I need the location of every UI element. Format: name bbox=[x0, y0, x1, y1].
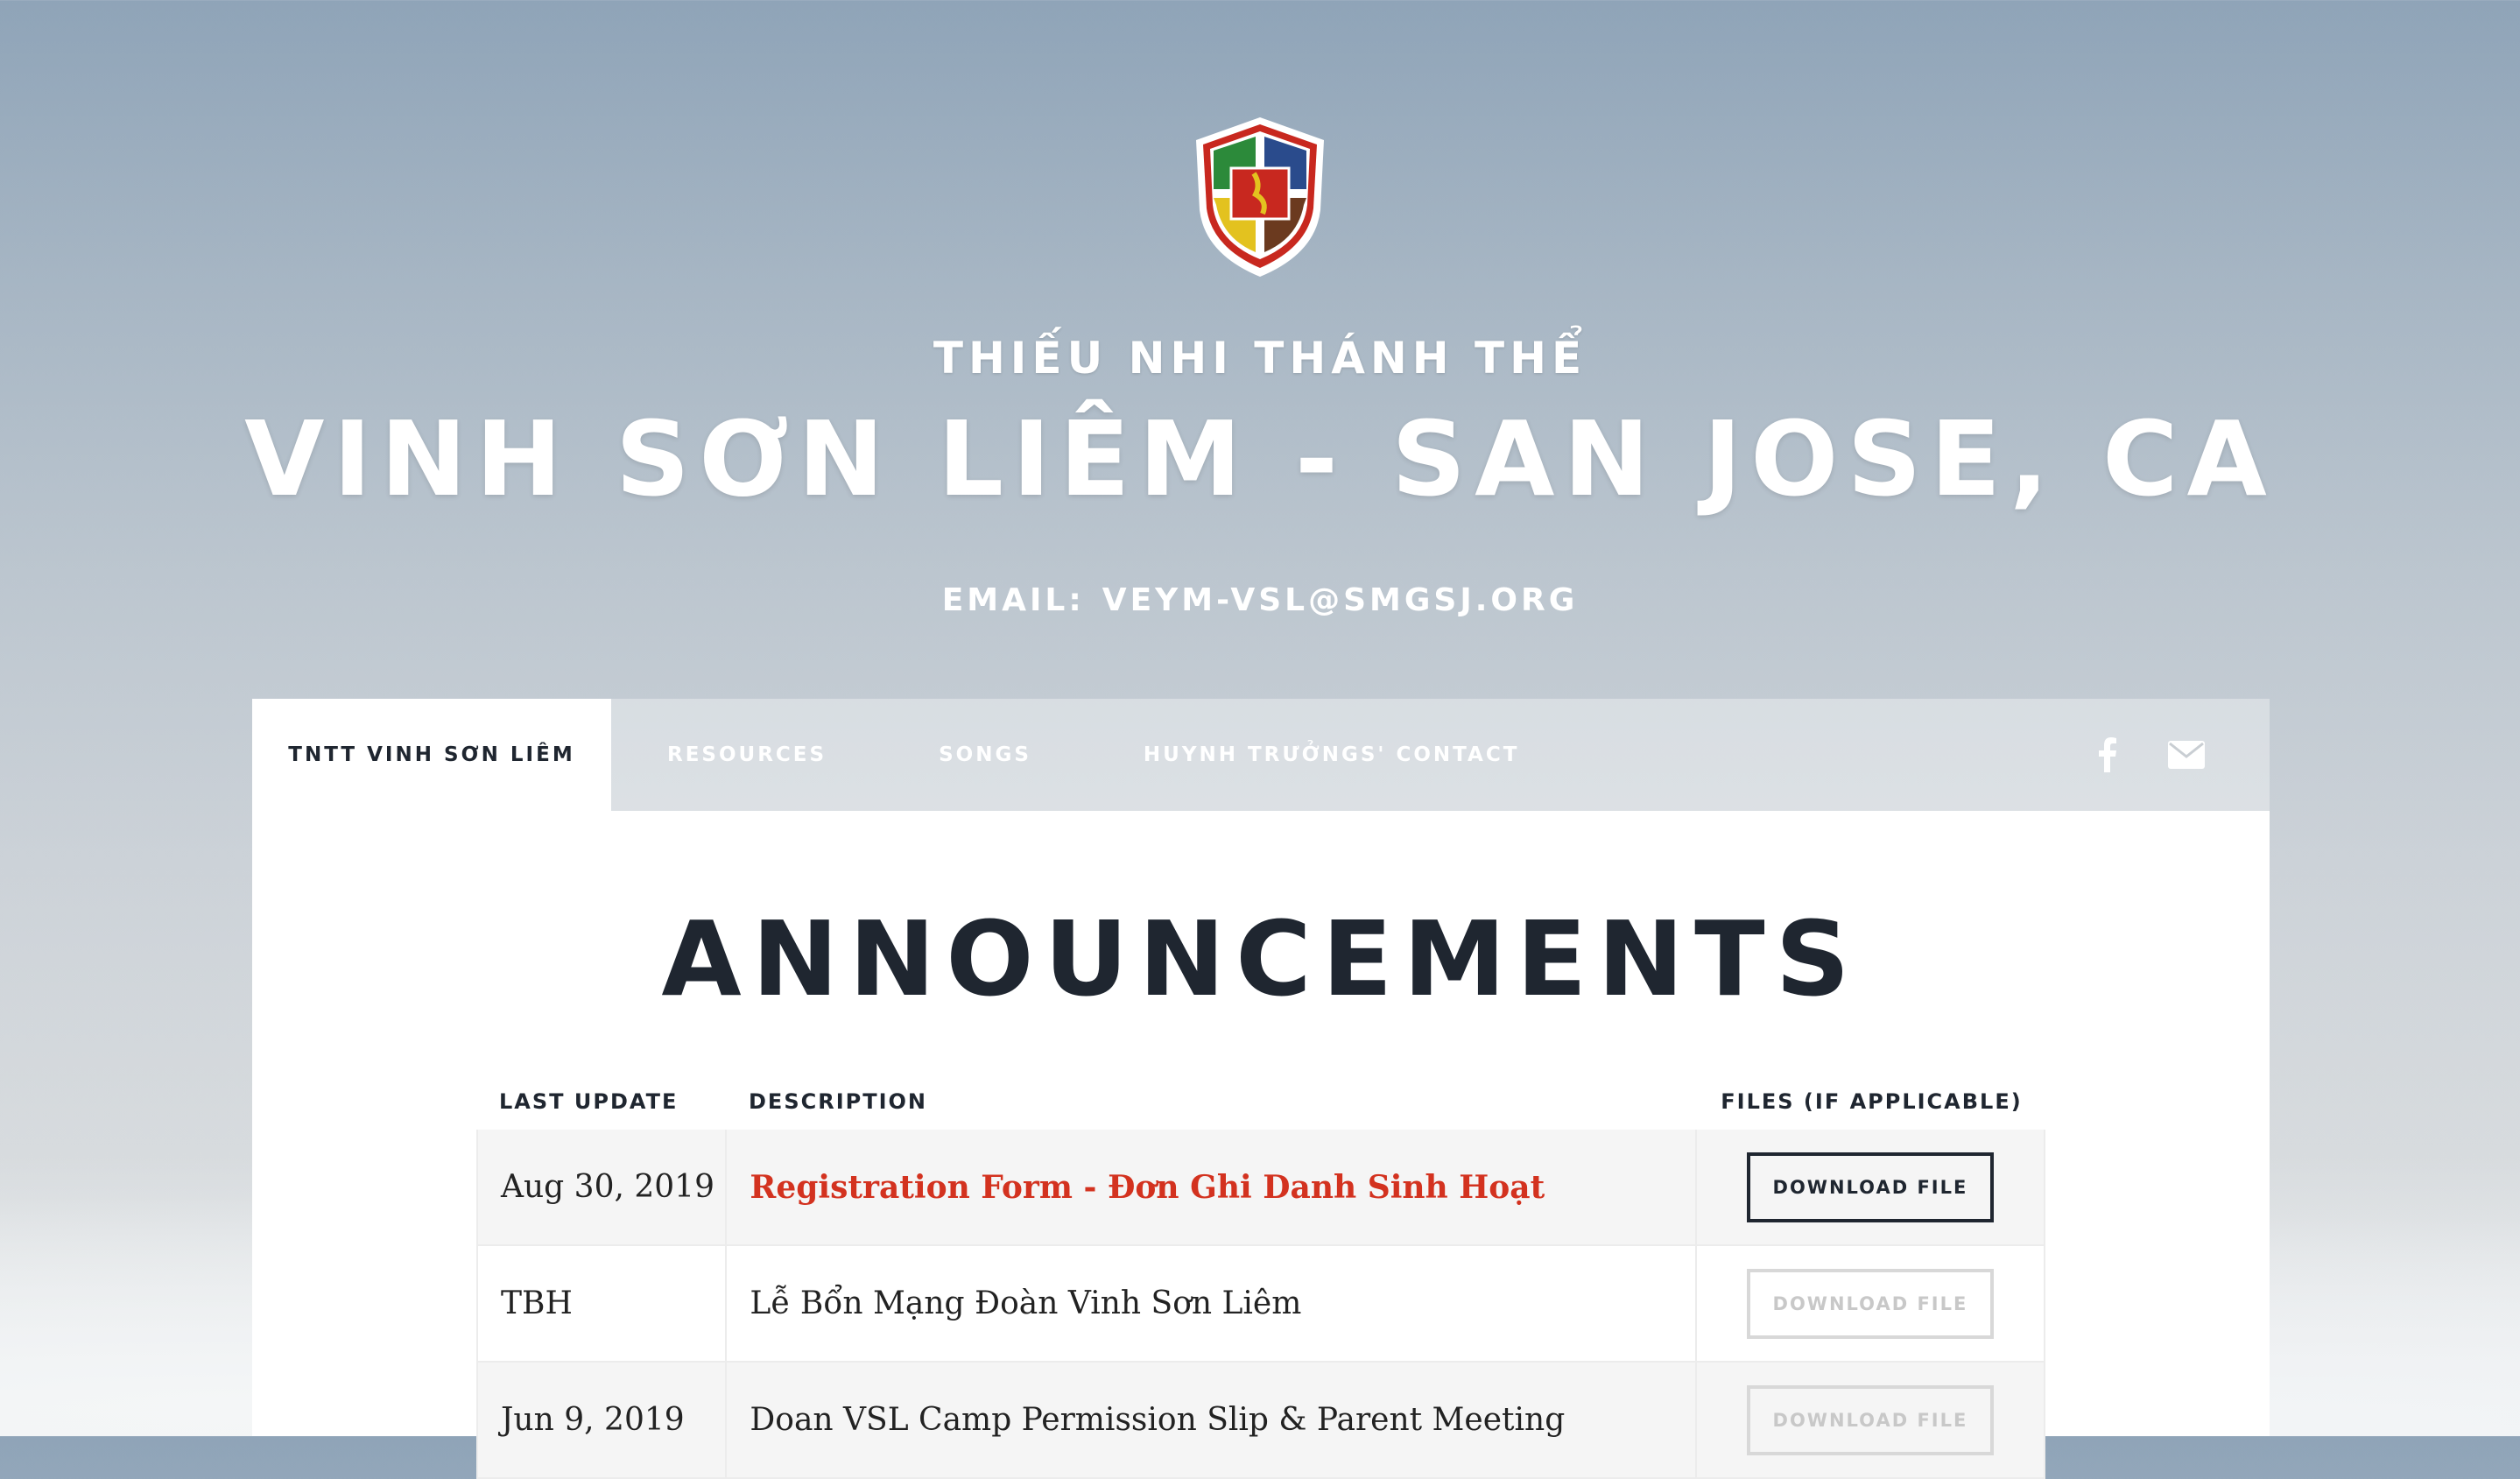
announcements-heading: ANNOUNCEMENTS bbox=[661, 898, 1861, 1019]
download-file-button[interactable]: DOWNLOAD FILE bbox=[1746, 1152, 1994, 1222]
hero-email: EMAIL: VEYM-VSL@SMGSJ.ORG bbox=[0, 582, 2520, 618]
tab-resources[interactable]: RESOURCES bbox=[611, 699, 883, 811]
email-address-link[interactable]: VEYM-VSL@SMGSJ.ORG bbox=[1102, 582, 1579, 618]
row-date: Aug 30, 2019 bbox=[478, 1130, 728, 1244]
col-header-description: DESCRIPTION bbox=[749, 1089, 928, 1114]
row-description: Doan VSL Camp Permission Slip & Parent M… bbox=[727, 1363, 1697, 1477]
row-file-cell: DOWNLOAD FILE bbox=[1697, 1130, 2044, 1244]
tab-tntt-vinh-son-liem[interactable]: TNTT VINH SƠN LIÊM bbox=[252, 699, 611, 811]
tab-bar: TNTT VINH SƠN LIÊM RESOURCES SONGS HUYNH… bbox=[252, 699, 2270, 811]
email-label: EMAIL: bbox=[941, 582, 1085, 618]
col-header-last-update: LAST UPDATE bbox=[499, 1089, 679, 1114]
table-header: LAST UPDATE DESCRIPTION FILES (IF APPLIC… bbox=[476, 1074, 2045, 1130]
tab-huynh-truongs-contact[interactable]: HUYNH TRƯỞNGS' CONTACT bbox=[1088, 699, 1576, 811]
hero-subtitle: THIẾU NHI THÁNH THỂ bbox=[933, 333, 1587, 384]
download-file-button-disabled: DOWNLOAD FILE bbox=[1746, 1268, 1994, 1339]
col-header-files: FILES (IF APPLICABLE) bbox=[1721, 1089, 2023, 1114]
row-date: TBH bbox=[478, 1246, 728, 1361]
download-file-button-disabled: DOWNLOAD FILE bbox=[1746, 1384, 1994, 1455]
row-file-cell: DOWNLOAD FILE bbox=[1697, 1246, 2044, 1361]
row-file-cell: DOWNLOAD FILE bbox=[1697, 1363, 2044, 1477]
row-description-cell: Registration Form - Đơn Ghi Danh Sinh Ho… bbox=[727, 1130, 1697, 1244]
envelope-icon[interactable] bbox=[2156, 699, 2217, 811]
row-description: Lễ Bổn Mạng Đoàn Vinh Sơn Liêm bbox=[727, 1246, 1697, 1361]
hero-title: VINH SƠN LIÊM - SAN JOSE, CA bbox=[244, 398, 2276, 519]
row-date: Jun 9, 2019 bbox=[478, 1363, 728, 1477]
tab-bar-spacer bbox=[1575, 699, 2077, 811]
table-row: Jun 9, 2019 Doan VSL Camp Permission Sli… bbox=[476, 1363, 2045, 1479]
registration-form-link[interactable]: Registration Form - Đơn Ghi Danh Sinh Ho… bbox=[750, 1169, 1545, 1206]
tab-songs[interactable]: SONGS bbox=[883, 699, 1088, 811]
announcements-table: LAST UPDATE DESCRIPTION FILES (IF APPLIC… bbox=[476, 1074, 2045, 1479]
emblem-logo bbox=[1196, 117, 1324, 277]
table-row: TBH Lễ Bổn Mạng Đoàn Vinh Sơn Liêm DOWNL… bbox=[476, 1246, 2045, 1363]
facebook-icon[interactable] bbox=[2077, 699, 2138, 811]
announcements-panel: ANNOUNCEMENTS LAST UPDATE DESCRIPTION FI… bbox=[252, 811, 2270, 1479]
table-row: Aug 30, 2019 Registration Form - Đơn Ghi… bbox=[476, 1130, 2045, 1246]
